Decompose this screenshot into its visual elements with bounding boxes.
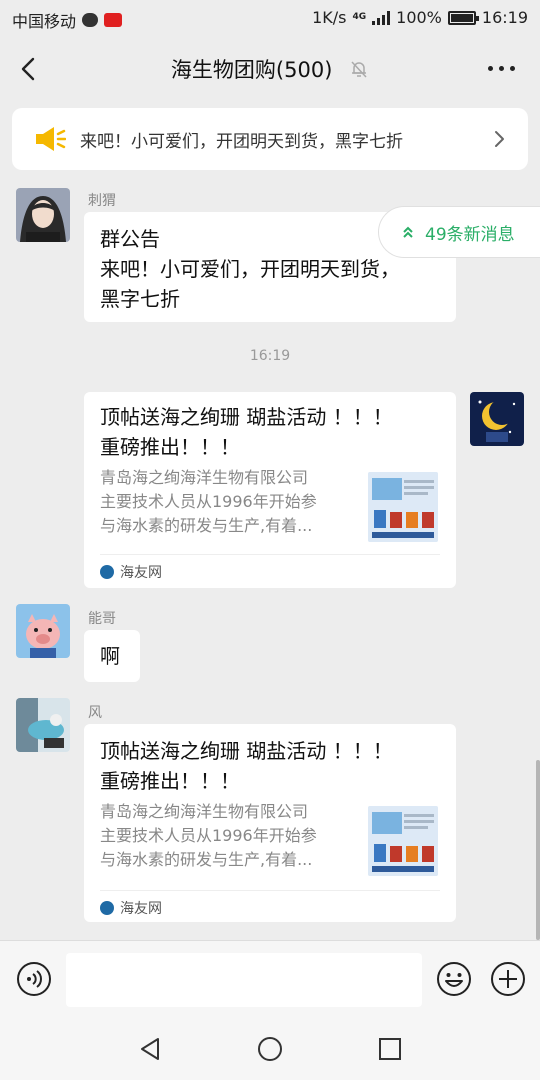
source-logo-icon (100, 565, 114, 579)
nav-back-icon[interactable] (136, 1034, 166, 1064)
scrollbar[interactable] (536, 760, 540, 940)
battery-percent: 100% (396, 8, 442, 27)
carrier-label: 中国移动 (12, 12, 77, 31)
avatar[interactable] (16, 188, 70, 242)
message-input[interactable] (66, 953, 422, 1007)
link-desc-line: 主要技术人员从1996年开始参 (100, 826, 317, 845)
chat-title-area: 海生物团购(500) (0, 54, 540, 84)
status-bar: 中国移动 1K/s 4G 100% 16:19 (0, 0, 540, 36)
battery-icon (447, 10, 479, 25)
system-nav-bar (0, 1018, 540, 1080)
signal-icon (372, 10, 391, 25)
nav-home-icon[interactable] (255, 1034, 285, 1064)
chevron-right-icon (495, 131, 504, 147)
huawei-app-icon (104, 13, 123, 27)
product-image-icon (368, 806, 438, 876)
link-thumbnail (368, 472, 438, 542)
link-title-line: 重磅推出！！！ (100, 769, 240, 793)
megaphone-icon (36, 127, 66, 151)
link-card[interactable]: 顶帖送海之绚珊 瑚盐活动 ！！！ 重磅推出！！！ 青岛海之绚海洋生物有限公司 主… (84, 724, 456, 922)
message-notification-icon (82, 13, 99, 27)
link-desc-line: 青岛海之绚海洋生物有限公司 (100, 468, 309, 487)
notice-text: 来吧！小可爱们，开团明天到货，黑字七折 (80, 131, 403, 152)
link-desc-line: 与海水素的研发与生产,有着... (100, 850, 313, 869)
nav-recents-icon[interactable] (375, 1034, 405, 1064)
link-title-line: 顶帖送海之绚珊 瑚盐活动 ！！！ (100, 739, 393, 763)
dot-icon (488, 65, 493, 71)
link-source-label: 海友网 (120, 565, 162, 581)
sender-name: 能哥 (88, 611, 116, 627)
card-divider (100, 554, 440, 555)
avatar[interactable] (16, 604, 70, 658)
source-logo-icon (100, 901, 114, 915)
moon-night-icon (470, 392, 524, 446)
clock: 16:19 (481, 8, 528, 27)
emoji-icon[interactable] (436, 961, 472, 997)
link-thumbnail (368, 806, 438, 876)
sender-name: 刺猬 (88, 193, 116, 209)
chat-title: 海生物团购(500) (170, 58, 333, 82)
timestamp: 16:19 (249, 348, 291, 364)
new-messages-button[interactable]: 49条新消息 (378, 206, 540, 258)
network-speed: 1K/s (312, 8, 347, 27)
user-photo-icon (16, 698, 70, 752)
card-divider (100, 890, 440, 891)
dot-icon (510, 65, 515, 71)
message-line: 黑字七折 (100, 287, 180, 311)
network-type: 4G (352, 12, 367, 22)
link-desc-line: 与海水素的研发与生产,有着... (100, 516, 313, 535)
link-card[interactable]: 顶帖送海之绚珊 瑚盐活动 ！！！ 重磅推出！！！ 青岛海之绚海洋生物有限公司 主… (84, 392, 456, 588)
message-line: 来吧！小可爱们，开团明天到货， (100, 257, 400, 281)
more-options-button[interactable] (488, 58, 518, 78)
user-photo-icon (16, 188, 70, 242)
pig-cartoon-icon (16, 604, 70, 658)
mute-bell-icon (351, 61, 367, 78)
avatar[interactable] (16, 698, 70, 752)
input-bar (0, 940, 540, 1018)
sender-name: 风 (88, 705, 102, 721)
chat-header: 海生物团购(500) (0, 36, 540, 102)
message-line: 啊 (100, 644, 120, 668)
plus-icon[interactable] (490, 961, 526, 997)
double-chevron-up-icon (403, 226, 413, 238)
dot-icon (499, 65, 504, 71)
link-desc-line: 主要技术人员从1996年开始参 (100, 492, 317, 511)
message-bubble[interactable]: 啊 (84, 630, 140, 682)
link-source: 海友网 (100, 562, 162, 582)
self-avatar[interactable] (470, 392, 524, 446)
link-source: 海友网 (100, 898, 162, 918)
link-source-label: 海友网 (120, 901, 162, 917)
link-title-line: 顶帖送海之绚珊 瑚盐活动 ！！！ (100, 405, 393, 429)
link-title-line: 重磅推出！！！ (100, 435, 240, 459)
voice-input-icon[interactable] (16, 961, 52, 997)
link-desc-line: 青岛海之绚海洋生物有限公司 (100, 802, 309, 821)
product-image-icon (368, 472, 438, 542)
new-messages-label: 49条新消息 (425, 224, 515, 245)
group-notice-banner[interactable]: 来吧！小可爱们，开团明天到货，黑字七折 (12, 108, 528, 170)
